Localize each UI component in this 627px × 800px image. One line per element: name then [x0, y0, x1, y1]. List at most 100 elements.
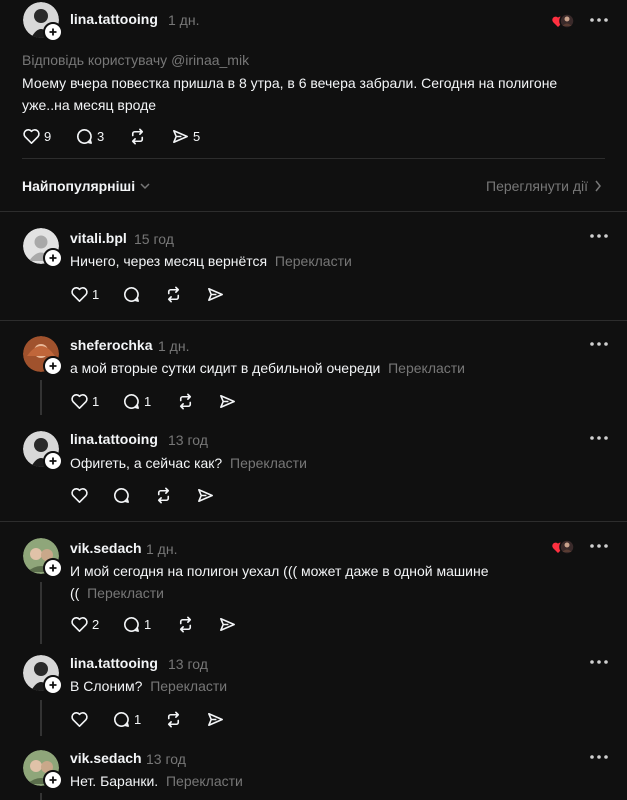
timestamp: 1 дн. — [146, 541, 178, 557]
chevron-right-icon — [595, 180, 601, 192]
share-button[interactable] — [218, 392, 237, 411]
comment-icon — [75, 127, 94, 146]
post-text: Моему вчера повестка пришла в 8 утра, в … — [22, 75, 558, 113]
translate-link[interactable]: Перекласти — [87, 585, 164, 601]
like-button[interactable]: 1 — [70, 392, 99, 411]
username[interactable]: lina.tattooing — [70, 655, 158, 671]
like-button[interactable]: 1 — [70, 285, 99, 304]
avatar[interactable] — [23, 655, 63, 695]
follow-plus-icon[interactable] — [43, 22, 63, 42]
follow-plus-icon[interactable] — [43, 356, 63, 376]
username[interactable]: vik.sedach — [70, 540, 142, 556]
view-activity-label: Переглянути дії — [486, 178, 588, 194]
repost-button[interactable] — [128, 127, 147, 146]
repost-button[interactable] — [164, 710, 183, 729]
share-icon — [206, 710, 225, 729]
repost-button[interactable] — [154, 486, 173, 505]
more-options-icon[interactable] — [589, 435, 609, 441]
like-button[interactable] — [70, 486, 89, 505]
repost-icon — [176, 392, 195, 411]
comment-button[interactable]: 1 — [122, 392, 151, 411]
follow-plus-icon[interactable] — [43, 770, 63, 790]
view-activity-link[interactable]: Переглянути дії — [486, 178, 602, 194]
comment-button[interactable] — [112, 486, 131, 505]
thread-line — [40, 582, 42, 644]
follow-plus-icon[interactable] — [43, 248, 63, 268]
divider — [0, 211, 627, 212]
like-button[interactable] — [70, 710, 89, 729]
reply-to-label[interactable]: Відповідь користувачу @irinaa_mik — [22, 52, 249, 68]
liked-by-author-icon — [551, 12, 575, 30]
username[interactable]: vitali.bpl — [70, 230, 127, 246]
reply-text: Нет. Баранки. Перекласти — [70, 773, 243, 789]
reply-text: Ничего, через месяц вернётся Перекласти — [70, 253, 352, 269]
more-options-icon[interactable] — [589, 233, 609, 239]
avatar[interactable] — [23, 750, 63, 790]
follow-plus-icon[interactable] — [43, 675, 63, 695]
translate-link[interactable]: Перекласти — [230, 455, 307, 471]
divider — [0, 521, 627, 522]
share-icon — [171, 127, 190, 146]
share-button[interactable] — [218, 615, 237, 634]
repost-button[interactable] — [176, 615, 195, 634]
heart-icon — [70, 615, 89, 634]
reply-text: Офигеть, а сейчас как? Перекласти — [70, 455, 307, 471]
avatar[interactable] — [23, 538, 63, 578]
translate-link[interactable]: Перекласти — [166, 773, 243, 789]
comment-icon — [112, 710, 131, 729]
repost-button[interactable] — [164, 285, 183, 304]
comment-button[interactable]: 1 — [122, 615, 151, 634]
more-options-icon[interactable] — [589, 543, 609, 549]
reply-text: И мой сегодня на полигон уехал ((( может… — [70, 563, 489, 601]
repost-button[interactable] — [176, 392, 195, 411]
more-options-icon[interactable] — [589, 754, 609, 760]
more-options-icon[interactable] — [589, 341, 609, 347]
repost-icon — [154, 486, 173, 505]
username[interactable]: vik.sedach — [70, 750, 142, 766]
translate-link[interactable]: Перекласти — [275, 253, 352, 269]
heart-icon — [22, 127, 41, 146]
translate-link[interactable]: Перекласти — [388, 360, 465, 376]
share-button[interactable] — [206, 710, 225, 729]
timestamp: 15 год — [134, 231, 174, 247]
share-icon — [206, 285, 225, 304]
comment-button[interactable]: 1 — [112, 710, 141, 729]
timestamp: 13 год — [168, 432, 208, 448]
comment-button[interactable]: 3 — [75, 127, 104, 146]
username[interactable]: sheferochka — [70, 337, 152, 353]
more-options-icon[interactable] — [589, 17, 609, 23]
username[interactable]: lina.tattooing — [70, 11, 158, 27]
share-button[interactable]: 5 — [171, 127, 200, 146]
repost-icon — [128, 127, 147, 146]
like-button[interactable]: 9 — [22, 127, 51, 146]
heart-icon — [70, 392, 89, 411]
thread-line — [40, 380, 42, 415]
timestamp: 13 год — [146, 751, 186, 767]
heart-icon — [70, 486, 89, 505]
like-button[interactable]: 2 — [70, 615, 99, 634]
comment-icon — [122, 392, 141, 411]
follow-plus-icon[interactable] — [43, 558, 63, 578]
avatar[interactable] — [23, 431, 63, 471]
more-options-icon[interactable] — [589, 659, 609, 665]
thread-line — [40, 700, 42, 736]
thread-line — [40, 793, 42, 800]
comment-button[interactable] — [122, 285, 141, 304]
divider — [0, 320, 627, 321]
follow-plus-icon[interactable] — [43, 451, 63, 471]
divider — [22, 158, 605, 159]
timestamp: 1 дн. — [168, 12, 200, 28]
chevron-down-icon — [140, 183, 150, 190]
avatar[interactable] — [23, 228, 63, 268]
avatar[interactable] — [23, 2, 63, 42]
translate-link[interactable]: Перекласти — [150, 678, 227, 694]
sort-dropdown[interactable]: Найпопулярніші — [22, 178, 150, 194]
avatar[interactable] — [23, 336, 63, 376]
username[interactable]: lina.tattooing — [70, 431, 158, 447]
comment-icon — [112, 486, 131, 505]
share-button[interactable] — [206, 285, 225, 304]
share-button[interactable] — [196, 486, 215, 505]
reply-text: В Слоним? Перекласти — [70, 678, 228, 694]
timestamp: 13 год — [168, 656, 208, 672]
reply-text: а мой вторые сутки сидит в дебильной оче… — [70, 360, 465, 376]
